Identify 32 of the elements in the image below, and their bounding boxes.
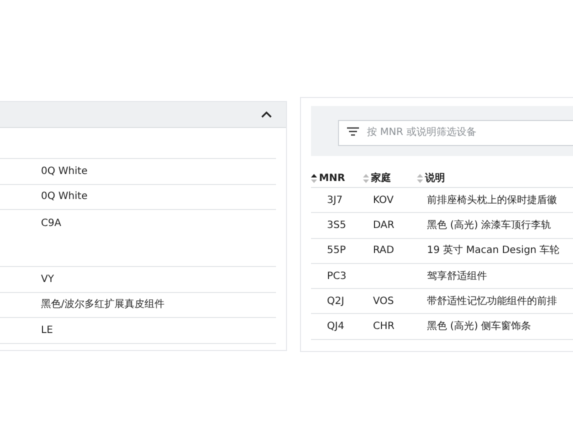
table-cell: 驾享舒适组件	[427, 270, 487, 282]
filter-field[interactable]: 按 MNR 或说明筛选设备	[338, 120, 573, 146]
table-cell: 19 英寸 Macan Design 车轮	[427, 245, 560, 256]
cell-value: 黑色/波尔多红扩展真皮组件	[41, 298, 164, 312]
table-cell: 3S5	[327, 220, 346, 231]
table-cell: Q2J	[327, 296, 344, 307]
table-cell: 带舒适性记忆功能组件的前排	[427, 296, 557, 307]
table-cell: 55P	[327, 245, 346, 256]
column-header[interactable]: 说明	[417, 171, 573, 186]
table-cell: 前排座椅头枕上的保时捷盾徽	[427, 194, 557, 206]
table-cell: 黑色 (高光) 涂漆车顶行李轨	[427, 220, 552, 231]
cell-value: 0Q White	[41, 164, 88, 179]
table-cell: DAR	[373, 220, 394, 231]
table-cell: 3J7	[327, 194, 343, 206]
cell-value: 0Q White	[41, 190, 88, 204]
table-cell: 黑色 (高光) 侧车窗饰条	[427, 321, 532, 332]
cell-value: C9A	[41, 217, 62, 231]
sort-icon	[417, 174, 423, 183]
table-cell: CHR	[373, 321, 394, 332]
filter-icon	[347, 126, 359, 136]
table-cell: RAD	[373, 245, 394, 256]
table-cell: VOS	[373, 296, 394, 307]
cell-value: LE	[41, 324, 53, 338]
sort-icon	[311, 174, 317, 183]
cell-value: VY	[41, 272, 54, 287]
panel-header[interactable]	[0, 102, 286, 128]
column-header[interactable]: 家庭	[363, 171, 417, 186]
table-cell: KOV	[373, 194, 394, 206]
sort-icon	[363, 174, 369, 183]
table-cell: QJ4	[327, 321, 344, 332]
table-cell: PC3	[327, 270, 346, 282]
column-header[interactable]: MNR	[311, 171, 363, 186]
